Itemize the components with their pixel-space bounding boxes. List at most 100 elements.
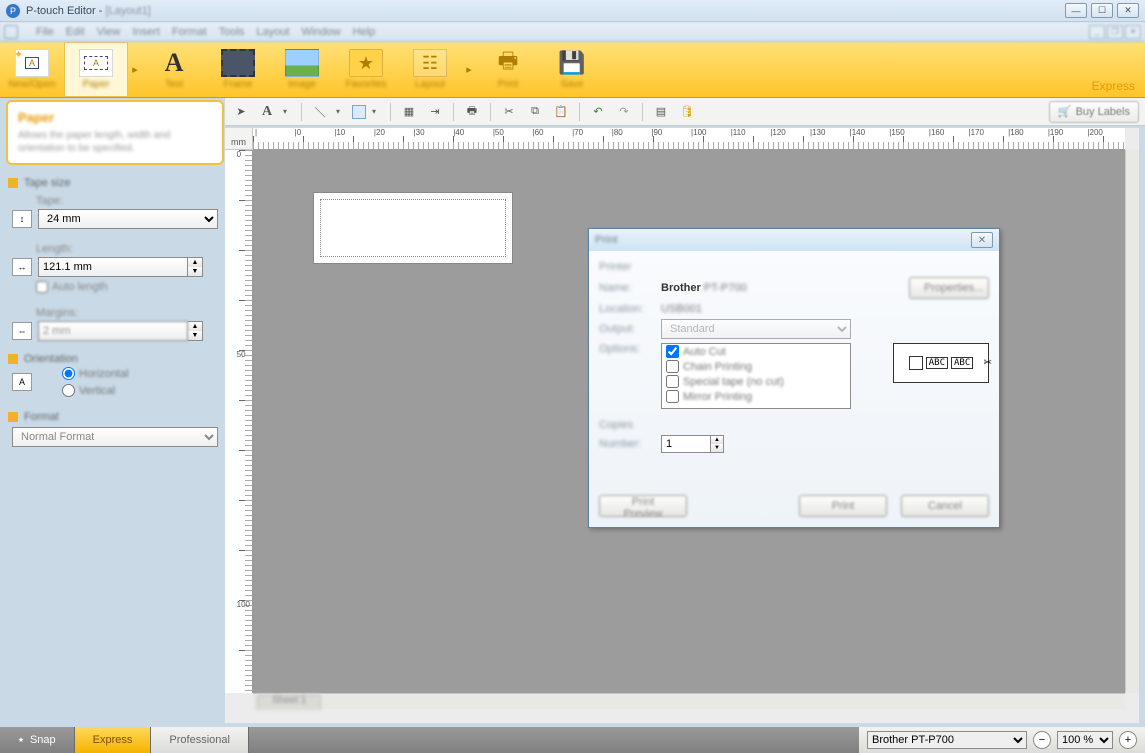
orientation-horizontal[interactable]: Horizontal — [62, 365, 218, 382]
dialog-titlebar[interactable]: Print ✕ — [589, 229, 999, 251]
margins-input[interactable] — [38, 321, 188, 341]
ribbon-expand-2[interactable]: ▸ — [462, 42, 476, 97]
name-key: Name: — [599, 282, 653, 294]
scissors-icon: ✂ — [984, 358, 992, 369]
cancel-button[interactable]: Cancel — [901, 495, 989, 517]
text-tool[interactable]: A — [257, 102, 277, 122]
print-tool[interactable]: 🖶 — [462, 102, 482, 122]
margins-down[interactable]: ▼ — [188, 331, 202, 340]
output-select[interactable]: Standard — [661, 319, 851, 339]
buy-labels-button[interactable]: 🛒Buy Labels — [1049, 101, 1139, 123]
line-dropdown[interactable]: ▾ — [336, 107, 346, 116]
option-chain-printing[interactable]: Chain Printing — [662, 359, 850, 374]
tape-width-icon: ↕ — [12, 210, 32, 228]
option-auto-cut[interactable]: Auto Cut — [662, 344, 850, 359]
align-tool[interactable]: ⇥ — [425, 102, 445, 122]
line-tool[interactable]: ＼ — [310, 102, 330, 122]
mdi-minimize-button[interactable]: _ — [1089, 25, 1105, 39]
length-up[interactable]: ▲ — [188, 258, 202, 267]
section-format: Format — [24, 411, 59, 423]
label-page[interactable] — [313, 192, 513, 264]
print-button[interactable]: Print — [799, 495, 887, 517]
new-icon: ✦ A — [15, 49, 49, 77]
ruler-vertical[interactable]: 050100 — [225, 150, 253, 693]
status-printer-select[interactable]: Brother PT-P700 — [867, 731, 1027, 749]
format-select[interactable]: Normal Format — [12, 427, 218, 447]
ribbon-new-open[interactable]: ✦ A New/Open — [0, 42, 64, 97]
paste-tool[interactable]: 📋 — [551, 102, 571, 122]
option-mirror-printing[interactable]: Mirror Printing — [662, 389, 850, 404]
margins-up[interactable]: ▲ — [188, 322, 202, 331]
location-value: USB001 — [661, 303, 702, 315]
minimize-button[interactable]: — — [1065, 3, 1087, 18]
properties-button[interactable]: Properties... — [909, 277, 989, 299]
ribbon-expand-1[interactable]: ▸ — [128, 42, 142, 97]
pointer-tool[interactable]: ➤ — [231, 102, 251, 122]
ribbon-layout[interactable]: ☷Layout — [398, 42, 462, 97]
mode-express[interactable]: Express — [75, 727, 152, 753]
zoom-select[interactable]: 100 % — [1057, 731, 1113, 749]
ribbon: ✦ A New/Open A Paper ▸ AText Frame Image… — [0, 42, 1145, 98]
mdi-restore-button[interactable]: ❐ — [1107, 25, 1123, 39]
length-input[interactable] — [38, 257, 188, 277]
menu-window[interactable]: Window — [301, 26, 340, 38]
horizontal-scrollbar[interactable]: Sheet 1 — [253, 693, 1125, 709]
vertical-scrollbar[interactable] — [1125, 150, 1139, 693]
menu-help[interactable]: Help — [353, 26, 376, 38]
status-bar: ⭑Snap Express Professional Brother PT-P7… — [0, 727, 1145, 753]
close-button[interactable]: ✕ — [1117, 3, 1139, 18]
copies-input[interactable] — [661, 435, 711, 453]
length-down[interactable]: ▼ — [188, 267, 202, 276]
sheet-tab[interactable]: Sheet 1 — [257, 694, 321, 710]
dialog-close-button[interactable]: ✕ — [971, 232, 993, 248]
option-special-tape-no-cut-[interactable]: Special tape (no cut) — [662, 374, 850, 389]
copies-up[interactable]: ▲ — [711, 436, 723, 444]
mode-snap[interactable]: ⭑Snap — [0, 727, 75, 753]
shape-dropdown[interactable]: ▾ — [372, 107, 382, 116]
window-title: P-touch Editor - [Layout1] — [26, 5, 151, 17]
ribbon-paper[interactable]: A Paper — [64, 42, 128, 97]
number-key: Number: — [599, 438, 653, 450]
menu-edit[interactable]: Edit — [66, 26, 85, 38]
maximize-button[interactable]: ☐ — [1091, 3, 1113, 18]
mode-professional[interactable]: Professional — [151, 727, 249, 753]
printer-section-label: Printer — [599, 261, 989, 273]
menu-insert[interactable]: Insert — [132, 26, 160, 38]
ribbon-text[interactable]: AText — [142, 42, 206, 97]
database-tool[interactable]: 🛢 — [677, 102, 697, 122]
copies-section-label: Copies — [599, 419, 989, 431]
menu-bar: File Edit View Insert Format Tools Layou… — [0, 22, 1145, 42]
properties-panel: Paper Allows the paper length, width and… — [6, 100, 224, 723]
paper-icon: A — [79, 49, 113, 77]
orientation-vertical[interactable]: Vertical — [62, 382, 218, 399]
ribbon-image[interactable]: Image — [270, 42, 334, 97]
ribbon-save[interactable]: 💾Save — [540, 42, 604, 97]
options-list[interactable]: Auto CutChain PrintingSpecial tape (no c… — [661, 343, 851, 409]
cut-tool[interactable]: ✂ — [499, 102, 519, 122]
copies-down[interactable]: ▼ — [711, 444, 723, 452]
ruler-horizontal[interactable]: ||0|10|20|30|40|50|60|70|80|90|100|110|1… — [253, 128, 1125, 150]
grid-tool[interactable]: ▤ — [651, 102, 671, 122]
shape-tool[interactable] — [352, 105, 366, 119]
table-tool[interactable]: ▦ — [399, 102, 419, 122]
menu-file[interactable]: File — [36, 26, 54, 38]
zoom-out-button[interactable]: − — [1033, 731, 1051, 749]
text-dropdown[interactable]: ▾ — [283, 107, 293, 116]
ribbon-frame[interactable]: Frame — [206, 42, 270, 97]
undo-tool[interactable]: ↶ — [588, 102, 608, 122]
auto-length-checkbox[interactable]: Auto length — [36, 281, 218, 293]
copy-tool[interactable]: ⧉ — [525, 102, 545, 122]
app-mini-icon[interactable] — [4, 25, 18, 39]
menu-layout[interactable]: Layout — [256, 26, 289, 38]
menu-tools[interactable]: Tools — [219, 26, 245, 38]
menu-format[interactable]: Format — [172, 26, 207, 38]
menu-view[interactable]: View — [97, 26, 121, 38]
tape-select[interactable]: 24 mm — [38, 209, 218, 229]
paper-card-desc: Allows the paper length, width and orien… — [18, 129, 212, 155]
zoom-in-button[interactable]: + — [1119, 731, 1137, 749]
ribbon-print[interactable]: 🖶Print — [476, 42, 540, 97]
ribbon-favorites[interactable]: ★Favorites — [334, 42, 398, 97]
print-preview-button[interactable]: Print Preview — [599, 495, 687, 517]
mdi-close-button[interactable]: ✕ — [1125, 25, 1141, 39]
redo-tool[interactable]: ↷ — [614, 102, 634, 122]
